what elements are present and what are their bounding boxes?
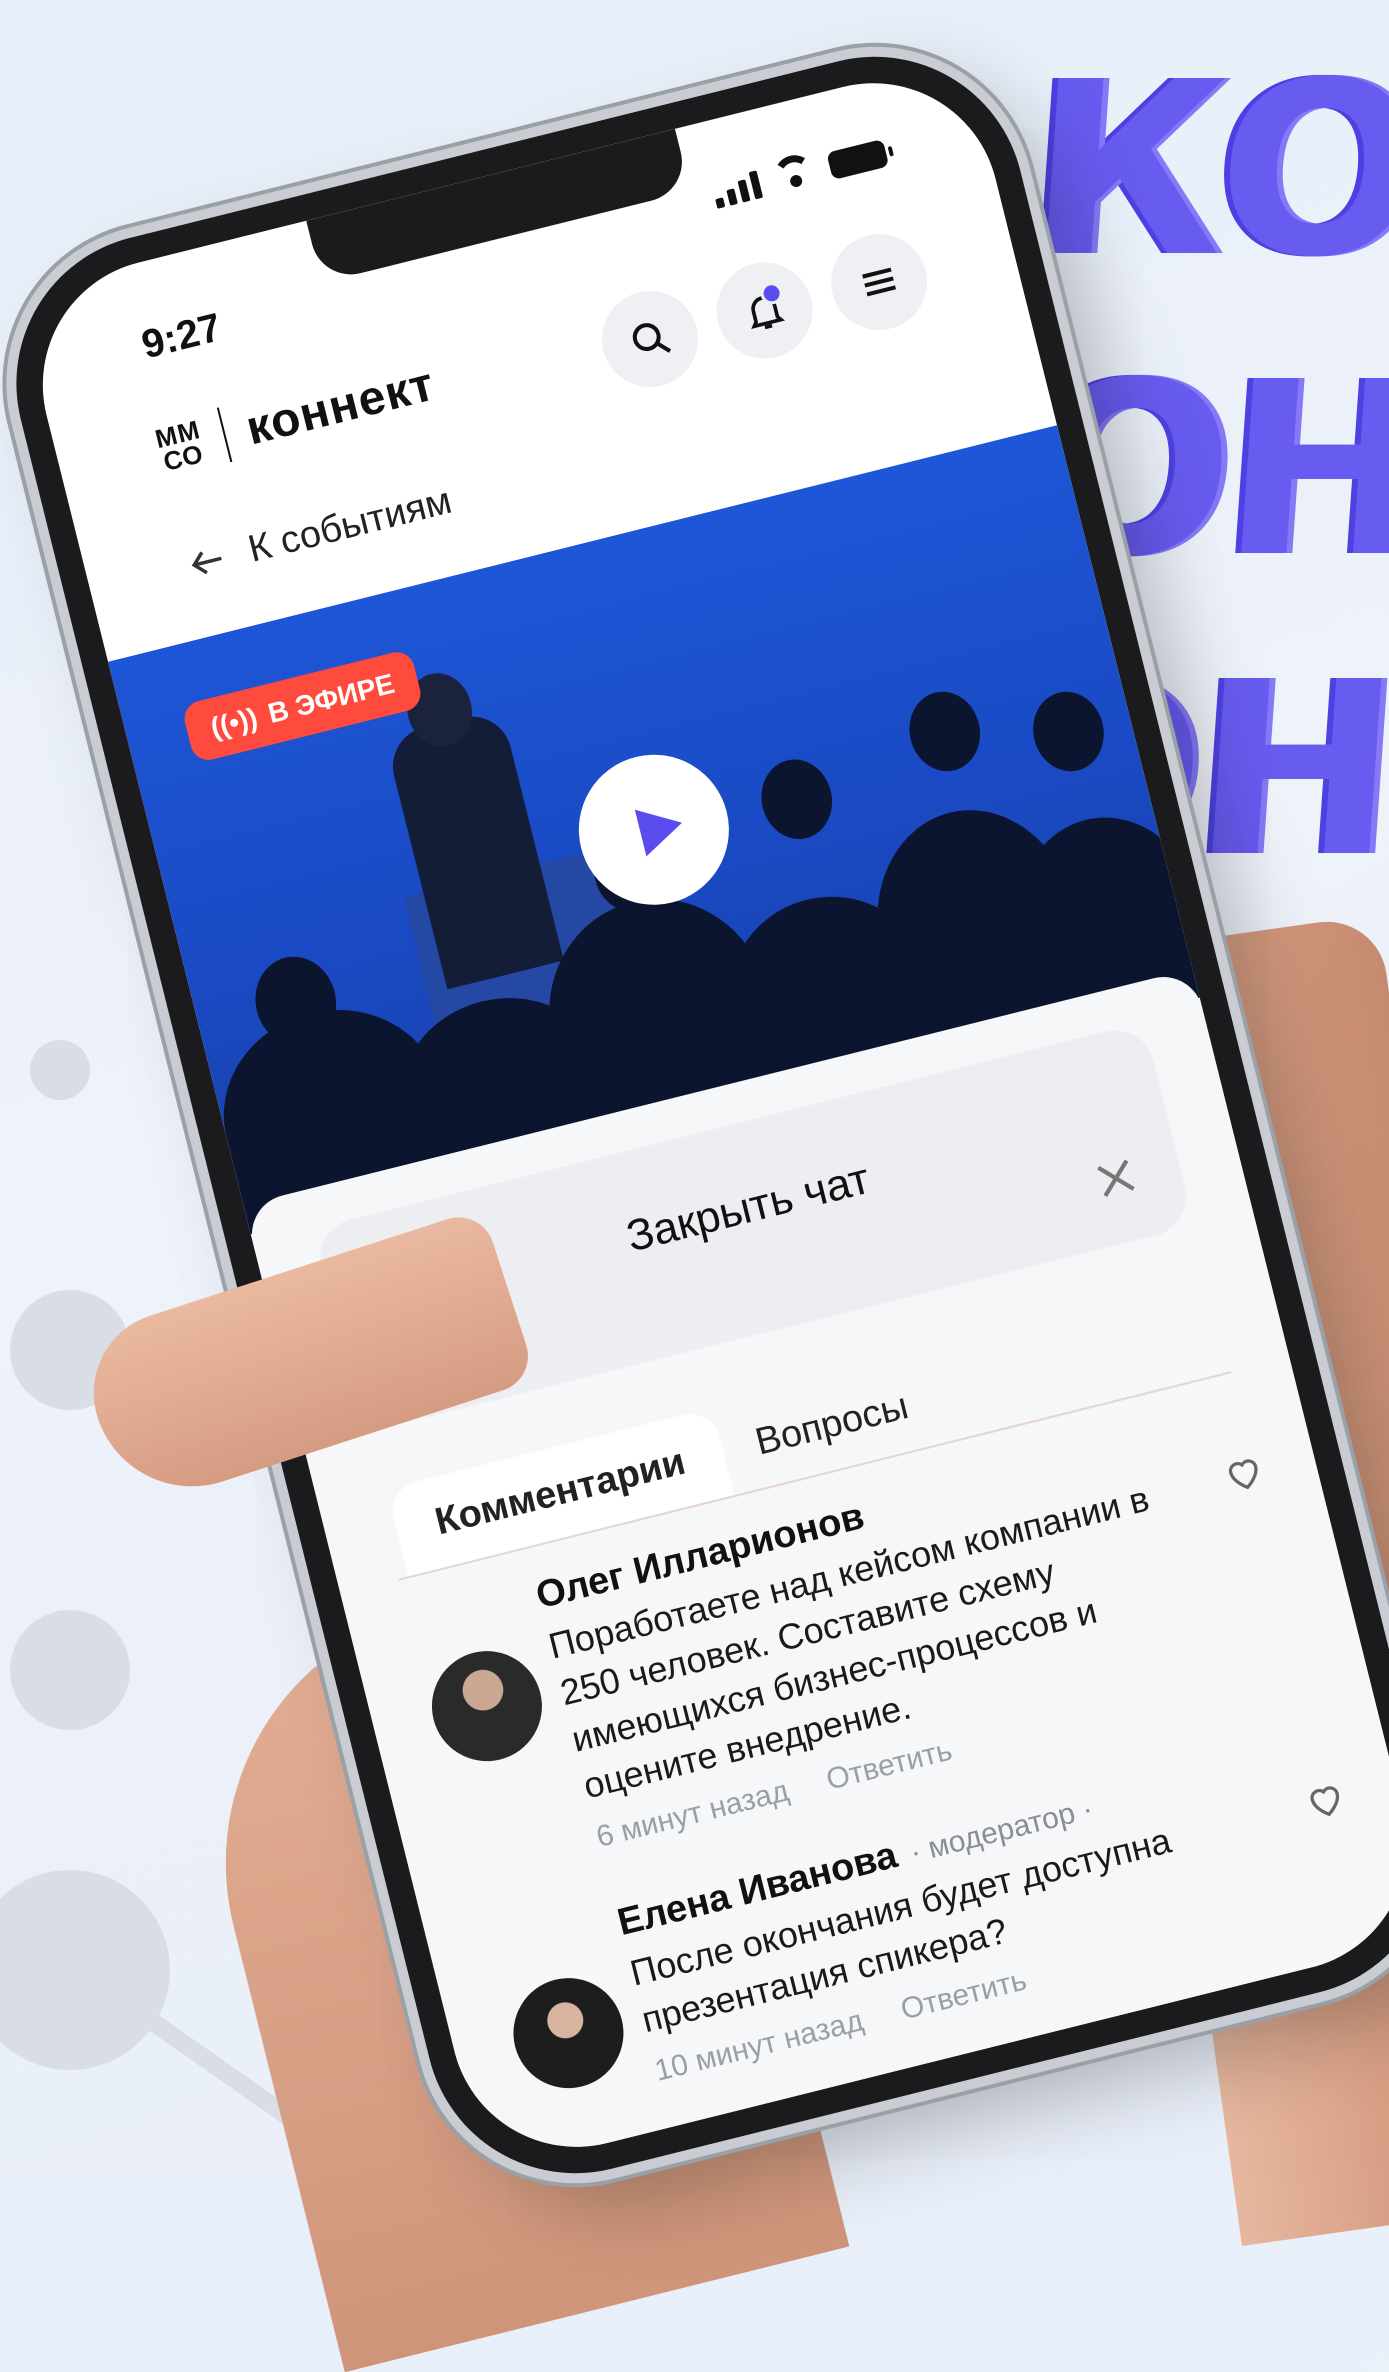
menu-icon [862, 267, 896, 297]
search-button[interactable] [591, 280, 709, 398]
broadcast-icon: ((•)) [207, 701, 261, 744]
back-to-events-link[interactable]: К событиям [182, 480, 456, 587]
wifi-icon [770, 151, 817, 194]
logo-word: коннект [240, 357, 440, 455]
heart-icon[interactable] [1217, 1446, 1270, 1499]
live-badge: ((•)) В ЭФИРЕ [180, 648, 425, 764]
logo-mark: ММ СО [152, 414, 207, 477]
back-link-label: К событиям [244, 479, 456, 571]
avatar [420, 1639, 554, 1773]
cellular-signal-icon [711, 170, 764, 209]
avatar [501, 1966, 636, 2100]
status-time: 9:27 [137, 305, 226, 368]
arrow-left-icon [191, 550, 222, 574]
logo-divider [217, 407, 233, 463]
status-icons [709, 133, 890, 209]
search-icon [632, 323, 672, 353]
menu-button[interactable] [820, 223, 938, 341]
header-actions [591, 223, 938, 398]
glitch-line-1: КОН [1020, 30, 1389, 310]
comment-author: Борис Зайцев [829, 2043, 1097, 2149]
logo[interactable]: ММ СО коннект [152, 356, 440, 479]
decor-dot [10, 1610, 130, 1730]
decor-dot [30, 1040, 90, 1100]
battery-icon [826, 138, 890, 181]
live-badge-label: В ЭФИРЕ [264, 667, 398, 730]
notifications-button[interactable] [706, 252, 823, 369]
user-mention-link[interactable]: @123gmo [842, 2117, 1014, 2173]
heart-icon[interactable] [1299, 1773, 1352, 1826]
play-icon [634, 809, 683, 857]
tab-questions[interactable]: Вопросы [707, 1352, 957, 1496]
decor-dot [0, 1870, 170, 2070]
close-icon[interactable] [1086, 1148, 1147, 1209]
